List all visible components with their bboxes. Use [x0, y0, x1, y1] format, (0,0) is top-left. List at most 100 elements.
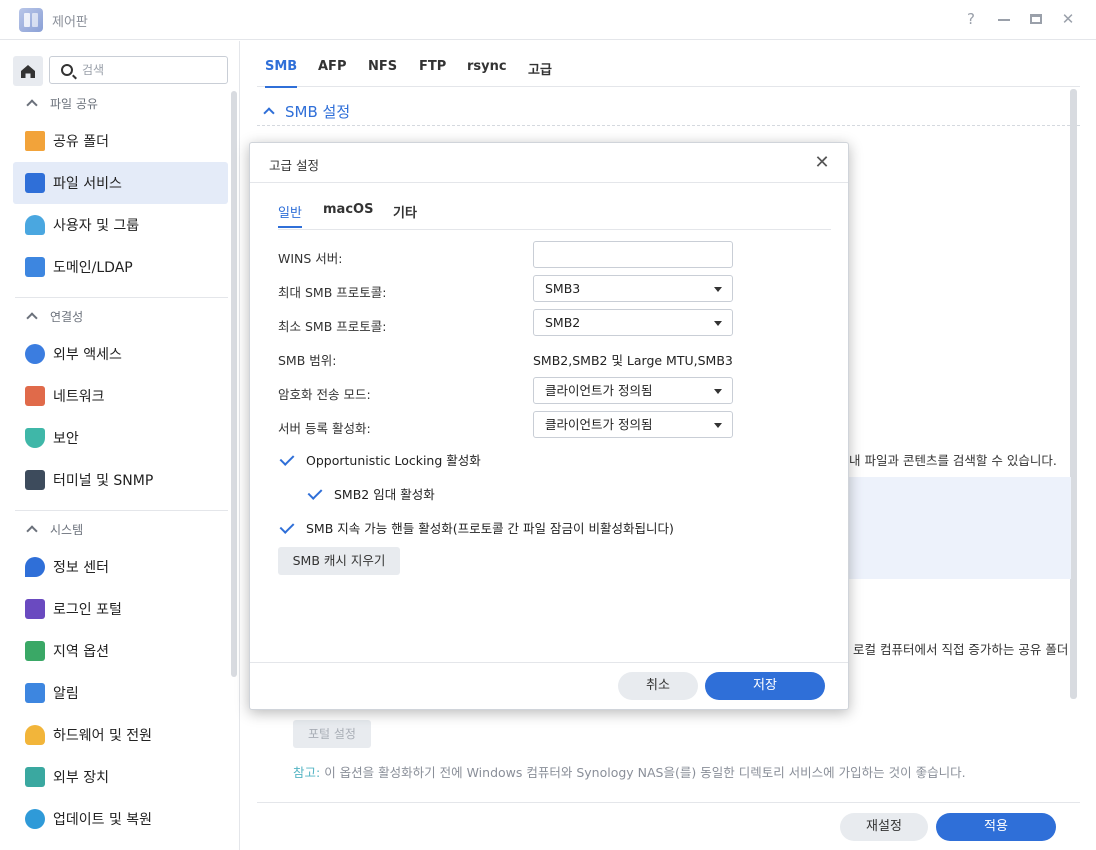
lightbulb-icon [25, 725, 45, 745]
folder-icon [25, 131, 45, 151]
sidebar-item-domain-ldap[interactable]: 도메인/LDAP [13, 246, 228, 288]
tab-others[interactable]: 기타 [393, 202, 417, 221]
terminal-icon [25, 470, 45, 490]
sidebar-item-user-group[interactable]: 사용자 및 그룹 [13, 204, 228, 246]
min-smb-select[interactable]: SMB2 [533, 309, 733, 336]
smb-range-label: SMB 범위: [278, 353, 337, 368]
sidebar-item-network[interactable]: 네트워크 [13, 375, 228, 417]
home-icon [21, 65, 35, 78]
note-text: 참고: 이 옵션을 활성화하기 전에 Windows 컴퓨터와 Synology… [293, 765, 966, 780]
external-access-icon [25, 344, 45, 364]
section-file-sharing[interactable]: 파일 공유 [26, 94, 98, 114]
tab-advanced[interactable]: 고급 [528, 59, 552, 78]
sidebar-divider [15, 297, 228, 298]
dialog-tabs: 일반 macOS 기타 [278, 199, 831, 230]
shield-icon [25, 428, 45, 448]
encryption-select[interactable]: 클라이언트가 정의됨 [533, 377, 733, 404]
max-smb-select[interactable]: SMB3 [533, 275, 733, 302]
bg-description-text: 내 파일과 콘텐츠를 검색할 수 있습니다. [849, 453, 1057, 468]
reset-button[interactable]: 재설정 [840, 813, 928, 841]
smb2-lease-checkbox-row[interactable]: SMB2 임대 활성화 [306, 484, 435, 503]
smb-settings-header[interactable]: SMB 설정 [263, 101, 350, 122]
minimize-icon[interactable] [993, 8, 1015, 30]
sidebar-item-login-portal[interactable]: 로그인 포털 [13, 588, 228, 630]
sidebar-item-notification[interactable]: 알림 [13, 672, 228, 714]
sidebar-item-regional-options[interactable]: 지역 옵션 [13, 630, 228, 672]
sidebar: 파일 공유 공유 폴더 파일 서비스 사용자 및 그룹 도메인/LDAP 연결성… [0, 41, 240, 850]
domain-icon [25, 257, 45, 277]
chevron-up-icon [26, 525, 38, 537]
tab-smb[interactable]: SMB [265, 59, 298, 88]
durable-handles-checkbox-row[interactable]: SMB 지속 가능 핸들 활성화(프로토콜 간 파일 잠금이 비활성화됩니다) [278, 518, 674, 537]
tab-ftp[interactable]: FTP [419, 59, 446, 74]
wins-server-label: WINS 서버: [278, 251, 343, 266]
footer-divider [257, 802, 1080, 803]
sidebar-scrollbar[interactable] [231, 91, 237, 677]
tab-afp[interactable]: AFP [318, 59, 346, 74]
help-icon[interactable]: ? [960, 8, 982, 30]
search-icon [61, 64, 73, 76]
bg-highlight-panel [849, 477, 1071, 579]
dropdown-arrow-icon [714, 321, 722, 326]
tab-nfs[interactable]: NFS [368, 59, 397, 74]
external-device-icon [25, 767, 45, 787]
sidebar-item-shared-folder[interactable]: 공유 폴더 [13, 120, 228, 162]
service-tabs: SMB AFP NFS FTP rsync 고급 [257, 41, 1080, 88]
dialog-header-divider [250, 182, 848, 183]
sidebar-divider [15, 510, 228, 511]
checkmark-icon[interactable] [278, 519, 296, 537]
min-smb-label: 최소 SMB 프로토콜: [278, 319, 387, 334]
info-icon [25, 557, 45, 577]
dialog-title: 고급 설정 [269, 158, 319, 173]
update-icon [25, 809, 45, 829]
dialog-footer-divider [250, 662, 848, 663]
tab-macos[interactable]: macOS [323, 202, 373, 217]
wins-server-input[interactable] [533, 241, 733, 268]
maximize-icon[interactable] [1025, 8, 1047, 30]
section-connectivity[interactable]: 연결성 [26, 307, 83, 327]
main-scrollbar[interactable] [1070, 89, 1077, 699]
tab-general[interactable]: 일반 [278, 202, 302, 228]
section-system[interactable]: 시스템 [26, 520, 83, 540]
control-panel-icon [19, 8, 43, 32]
login-portal-icon [25, 599, 45, 619]
clear-smb-cache-button[interactable]: SMB 캐시 지우기 [278, 547, 400, 575]
file-services-icon [25, 173, 45, 193]
sidebar-item-external-devices[interactable]: 외부 장치 [13, 756, 228, 798]
home-button[interactable] [13, 56, 43, 86]
apply-button[interactable]: 적용 [936, 813, 1056, 841]
bg-description-text-2: 로컬 컴퓨터에서 직접 증가하는 공유 폴더 [853, 642, 1069, 657]
save-button[interactable]: 저장 [705, 672, 825, 700]
sidebar-item-security[interactable]: 보안 [13, 417, 228, 459]
chevron-up-icon [26, 312, 38, 324]
portal-settings-button[interactable]: 포털 설정 [293, 720, 371, 748]
tab-rsync[interactable]: rsync [467, 59, 507, 74]
close-icon[interactable]: ✕ [812, 153, 832, 173]
sidebar-item-info-center[interactable]: 정보 센터 [13, 546, 228, 588]
search-box[interactable] [49, 56, 228, 84]
checkmark-icon[interactable] [278, 451, 296, 469]
server-signing-select[interactable]: 클라이언트가 정의됨 [533, 411, 733, 438]
chevron-up-icon [26, 99, 38, 111]
server-signing-label: 서버 등록 활성화: [278, 421, 371, 436]
sidebar-item-file-services[interactable]: 파일 서비스 [13, 162, 228, 204]
oplock-checkbox-row[interactable]: Opportunistic Locking 활성화 [278, 450, 481, 469]
users-icon [25, 215, 45, 235]
close-window-icon[interactable]: ✕ [1057, 8, 1079, 30]
cancel-button[interactable]: 취소 [618, 672, 698, 700]
sidebar-item-external-access[interactable]: 외부 액세스 [13, 333, 228, 375]
checkmark-icon[interactable] [306, 485, 324, 503]
network-home-icon [25, 386, 45, 406]
dropdown-arrow-icon [714, 423, 722, 428]
chevron-up-icon [263, 107, 275, 119]
dropdown-arrow-icon [714, 389, 722, 394]
section-divider [257, 125, 1080, 126]
search-input[interactable] [82, 61, 222, 79]
window-title: 제어판 [52, 15, 88, 30]
max-smb-label: 최대 SMB 프로토콜: [278, 285, 387, 300]
sidebar-item-terminal-snmp[interactable]: 터미널 및 SNMP [13, 459, 228, 501]
sidebar-item-update-restore[interactable]: 업데이트 및 복원 [13, 798, 228, 840]
encryption-label: 암호화 전송 모드: [278, 387, 371, 402]
smb-range-value: SMB2,SMB2 및 Large MTU,SMB3 [533, 353, 733, 368]
sidebar-item-hardware-power[interactable]: 하드웨어 및 전원 [13, 714, 228, 756]
